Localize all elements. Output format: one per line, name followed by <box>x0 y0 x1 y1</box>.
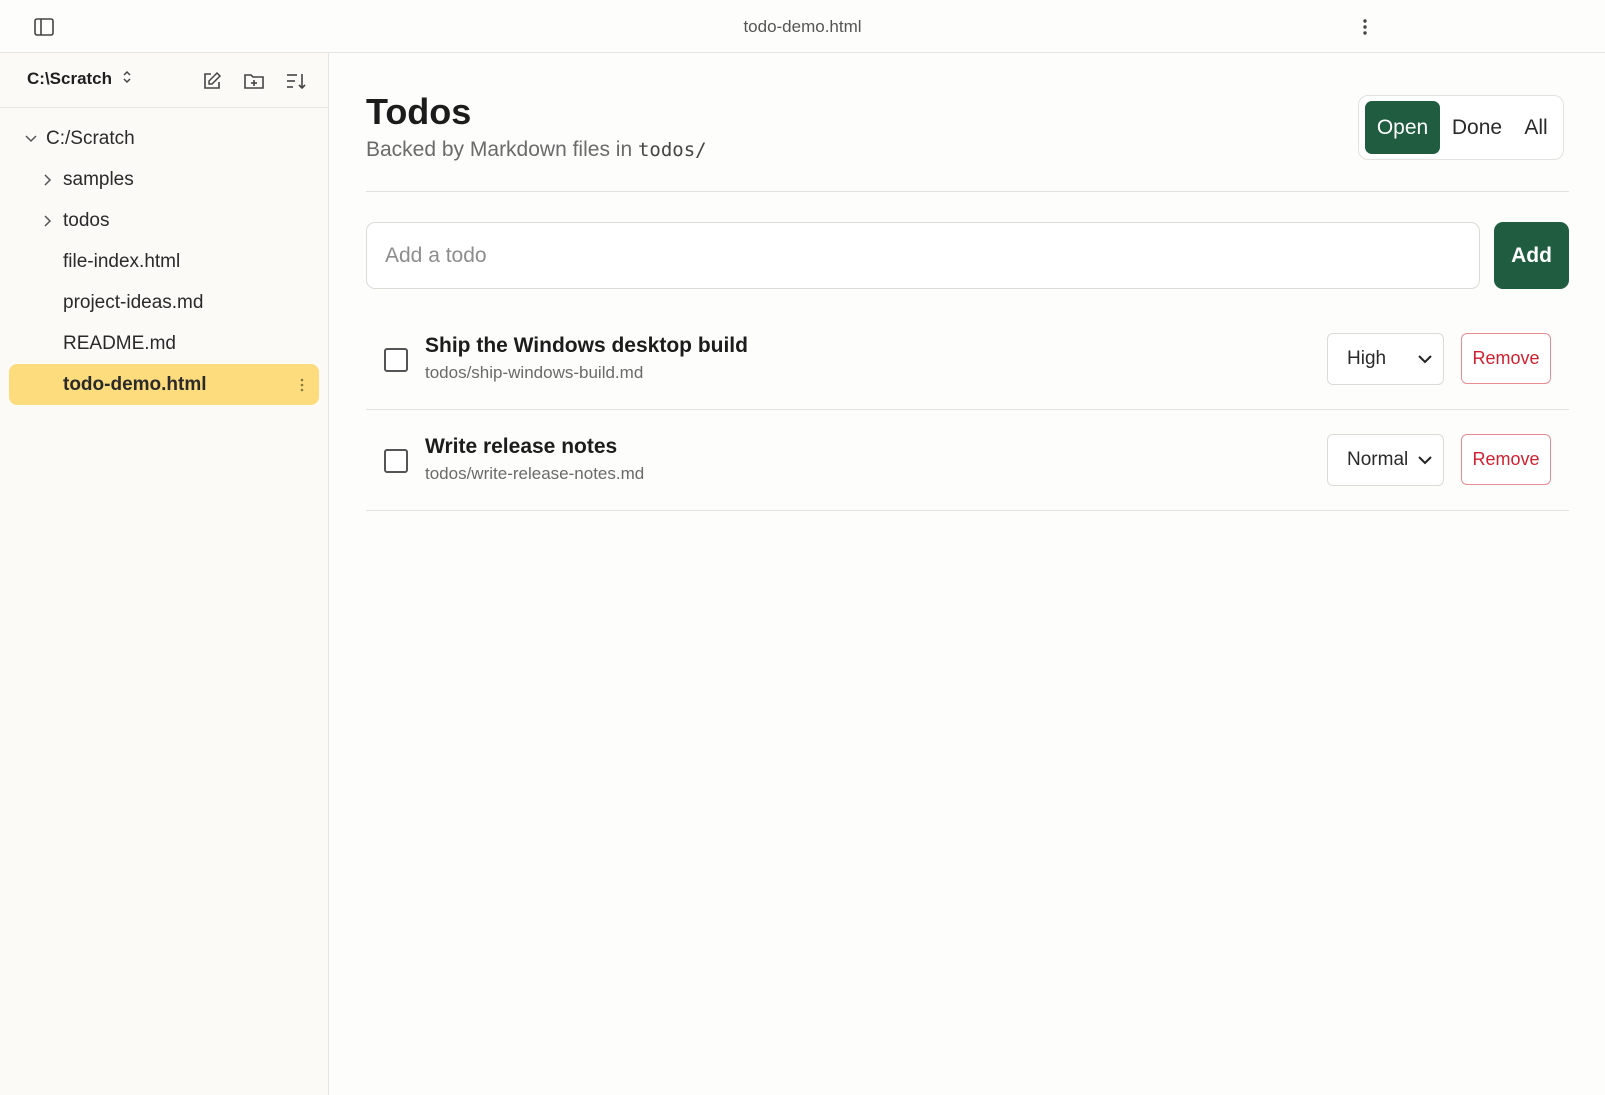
priority-select[interactable]: High <box>1327 333 1444 385</box>
tree-item-label: file-index.html <box>63 250 181 272</box>
todo-row: Ship the Windows desktop build todos/shi… <box>366 308 1569 410</box>
app-window: todo-demo.html C:\Scratch C:/Scratch sam… <box>0 0 1605 1095</box>
priority-select[interactable]: Normal <box>1327 434 1444 486</box>
workspace-switcher[interactable]: C:\Scratch <box>27 69 132 89</box>
todo-title: Ship the Windows desktop build <box>425 334 748 357</box>
tree-item-label: todos <box>63 209 110 231</box>
new-folder-icon[interactable] <box>241 68 267 94</box>
tree-file-file-index[interactable]: file-index.html <box>0 241 328 282</box>
tree-folder-todos[interactable]: todos <box>0 200 328 241</box>
chevron-right-icon <box>41 173 55 187</box>
more-vertical-icon[interactable] <box>1354 14 1376 40</box>
chevron-down-icon <box>1418 456 1432 465</box>
todo-title: Write release notes <box>425 435 618 458</box>
chevron-updown-icon <box>122 69 132 89</box>
priority-value: High <box>1347 348 1387 369</box>
tree-file-readme[interactable]: README.md <box>0 323 328 364</box>
add-todo-input[interactable] <box>366 222 1480 289</box>
file-tree: C:/Scratch samples todos file-index.html… <box>0 108 328 405</box>
tree-file-todo-demo[interactable]: todo-demo.html <box>9 364 319 405</box>
top-bar: todo-demo.html <box>0 0 1605 53</box>
tree-file-project-ideas[interactable]: project-ideas.md <box>0 282 328 323</box>
todo-checkbox[interactable] <box>384 449 408 473</box>
new-file-icon[interactable] <box>199 68 225 94</box>
subtitle-code: todos/ <box>637 139 707 161</box>
tree-folder-samples[interactable]: samples <box>0 159 328 200</box>
page-title: Todos <box>366 91 472 132</box>
filter-segmented-control: Open Done All <box>1358 95 1564 160</box>
workspace-label: C:\Scratch <box>27 69 113 88</box>
filter-all-button[interactable]: All <box>1514 101 1558 154</box>
priority-value: Normal <box>1347 449 1409 470</box>
chevron-down-icon <box>24 132 38 146</box>
todo-path: todos/write-release-notes.md <box>425 464 645 483</box>
sort-icon[interactable] <box>283 68 309 94</box>
sidebar-header: C:\Scratch <box>0 53 328 108</box>
chevron-right-icon <box>41 214 55 228</box>
todo-row: Write release notes todos/write-release-… <box>366 409 1569 511</box>
tree-item-label: README.md <box>63 332 176 354</box>
tree-item-label: C:/Scratch <box>46 127 135 149</box>
tree-item-label: todo-demo.html <box>63 373 207 395</box>
item-menu-icon[interactable] <box>297 376 307 394</box>
add-button[interactable]: Add <box>1494 222 1569 289</box>
todo-path: todos/ship-windows-build.md <box>425 363 644 382</box>
chevron-down-icon <box>1418 355 1432 364</box>
subtitle-text: Backed by Markdown files in <box>366 138 633 161</box>
remove-button[interactable]: Remove <box>1461 434 1551 485</box>
filter-open-button[interactable]: Open <box>1365 101 1440 154</box>
remove-button[interactable]: Remove <box>1461 333 1551 384</box>
main-content: Todos Backed by Markdown files in todos/… <box>329 53 1605 1095</box>
filter-done-button[interactable]: Done <box>1441 101 1513 154</box>
todo-checkbox[interactable] <box>384 348 408 372</box>
header-divider <box>366 191 1569 192</box>
tree-item-label: project-ideas.md <box>63 291 204 313</box>
page-subtitle: Backed by Markdown files in todos/ <box>366 138 707 162</box>
tree-item-label: samples <box>63 168 134 190</box>
sidebar: C:\Scratch C:/Scratch samples todos file… <box>0 53 329 1095</box>
tree-folder-root[interactable]: C:/Scratch <box>0 118 328 159</box>
